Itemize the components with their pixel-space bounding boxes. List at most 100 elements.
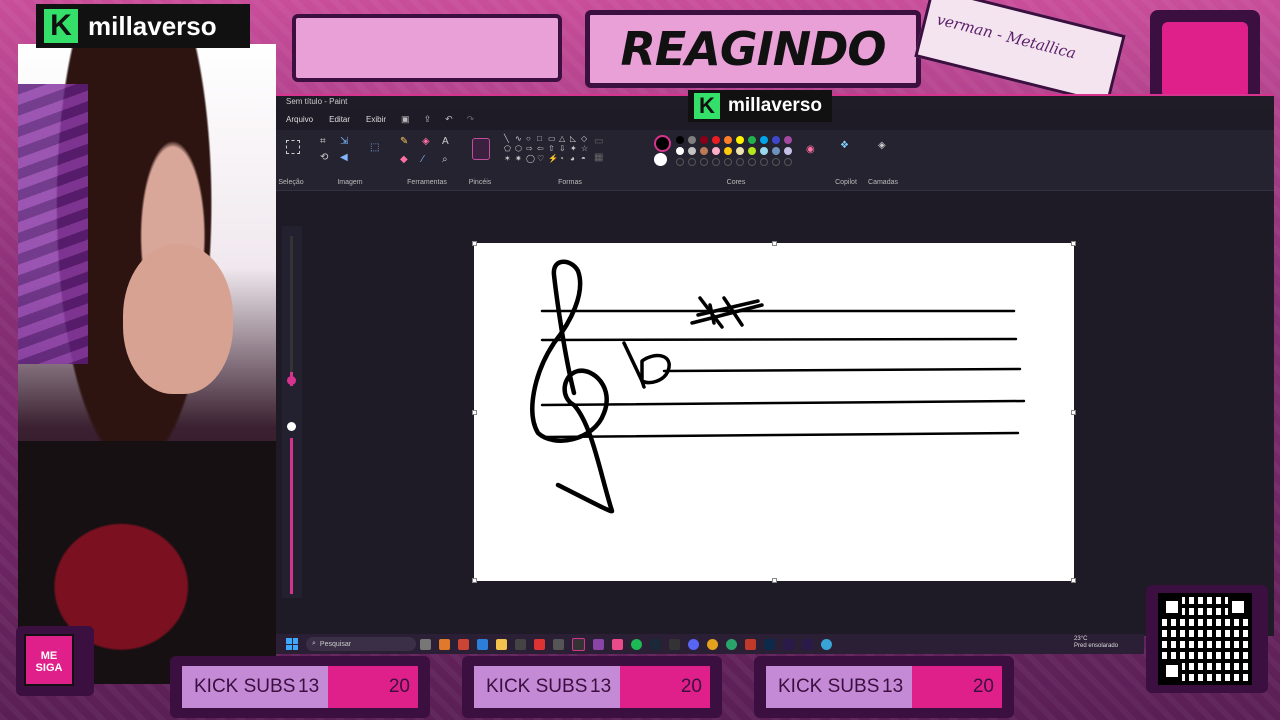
primary-color-swatch[interactable] (654, 135, 671, 152)
size-slider-knob[interactable] (287, 376, 296, 385)
copilot-icon[interactable]: ❖ (840, 140, 849, 151)
color-swatch[interactable] (700, 147, 708, 155)
mail-icon[interactable] (477, 638, 488, 650)
color-swatch[interactable] (784, 136, 792, 144)
eraser-icon[interactable]: ◆ (400, 154, 408, 165)
color-swatch[interactable] (700, 136, 708, 144)
custom-color-slot[interactable] (772, 158, 780, 166)
background-remove-icon[interactable]: ⬚ (370, 142, 379, 153)
flip-icon[interactable]: ◀ (340, 152, 348, 163)
color-swatch[interactable] (676, 136, 684, 144)
custom-color-slot[interactable] (700, 158, 708, 166)
color-swatch[interactable] (760, 136, 768, 144)
fill-icon[interactable]: ◈ (422, 136, 430, 147)
premiere-icon[interactable] (802, 638, 813, 650)
color-swatch[interactable] (676, 147, 684, 155)
save-icon[interactable]: ▣ (396, 114, 415, 125)
epic-icon[interactable] (669, 638, 680, 650)
discord-icon[interactable] (688, 638, 699, 650)
resize-handle[interactable] (1071, 241, 1076, 246)
layers-icon[interactable]: ◈ (878, 140, 886, 151)
custom-color-slot[interactable] (784, 158, 792, 166)
undo-icon[interactable]: ↶ (440, 114, 458, 125)
size-slider-track[interactable] (290, 236, 293, 386)
chrome-icon[interactable] (534, 638, 545, 650)
resize-handle[interactable] (1071, 410, 1076, 415)
resize-handle[interactable] (772, 578, 777, 583)
rotate-icon[interactable]: ⟲ (320, 152, 328, 163)
app-icon[interactable] (553, 638, 564, 650)
color-picker-icon[interactable]: ⁄ (422, 154, 424, 165)
opacity-slider-fill[interactable] (290, 438, 293, 594)
steam-icon[interactable] (650, 638, 661, 650)
share-icon[interactable]: ⇪ (419, 114, 437, 125)
group-label: Cores (726, 179, 746, 186)
custom-color-slot[interactable] (760, 158, 768, 166)
spotify-icon[interactable] (631, 638, 642, 650)
color-swatch[interactable] (712, 147, 720, 155)
color-swatch[interactable] (724, 136, 732, 144)
color-swatch[interactable] (688, 136, 696, 144)
text-icon[interactable]: A (442, 136, 449, 147)
photoshop-icon[interactable] (764, 638, 775, 650)
menu-editar[interactable]: Editar (323, 113, 356, 126)
color-swatch[interactable] (748, 147, 756, 155)
color-swatch[interactable] (688, 147, 696, 155)
weather-widget[interactable]: 23°C Pred ensolarado (1074, 636, 1118, 650)
shape-fill-icon[interactable]: ▦ (594, 152, 603, 163)
edge-icon[interactable] (726, 638, 737, 650)
custom-color-slot[interactable] (724, 158, 732, 166)
file-explorer-icon[interactable] (496, 638, 507, 650)
color-swatch[interactable] (712, 136, 720, 144)
crop-icon[interactable]: ⌗ (320, 136, 326, 147)
custom-color-slot[interactable] (688, 158, 696, 166)
resize-handle[interactable] (472, 241, 477, 246)
app-icon[interactable] (593, 638, 604, 650)
resize-handle[interactable] (472, 410, 477, 415)
paint-taskbar-icon[interactable] (572, 637, 585, 651)
drawing-canvas[interactable] (472, 241, 1076, 583)
shapes-gallery[interactable]: ╲ ∿ ○ □ ▭ △ ◺ ◇ ⬠ ⬡ ⇨ ⇦ ⇧ ⇩ ✦ ☆ ✶ ✷ ◯ ♡ ⚡ ◔ ◕ ◓ (504, 134, 591, 163)
windows-taskbar: ⌕ Pesquisar 23°C Pred ensolarado (276, 634, 1144, 654)
redo-icon[interactable]: ↷ (462, 114, 480, 125)
edit-colors-icon[interactable]: ◉ (806, 144, 815, 155)
color-swatch[interactable] (772, 147, 780, 155)
resize-handle[interactable] (472, 578, 477, 583)
resize-icon[interactable]: ⇲ (340, 136, 348, 147)
task-view-icon[interactable] (420, 638, 431, 650)
after-effects-icon[interactable] (783, 638, 794, 650)
color-swatch[interactable] (736, 147, 744, 155)
app-icon[interactable] (515, 638, 526, 650)
menu-exibir[interactable]: Exibir (360, 113, 392, 126)
color-swatch[interactable] (736, 136, 744, 144)
pencil-icon[interactable]: ✎ (400, 136, 408, 147)
widgets-icon[interactable] (439, 638, 450, 650)
outline-icon[interactable]: ▭ (594, 136, 603, 147)
custom-color-slot[interactable] (748, 158, 756, 166)
custom-color-slot[interactable] (736, 158, 744, 166)
taskbar-search[interactable]: ⌕ Pesquisar (306, 637, 416, 651)
resize-handle[interactable] (1071, 578, 1076, 583)
brush-icon[interactable] (472, 138, 490, 160)
brand-badge-top: K millaverso (36, 4, 250, 48)
app-icon[interactable] (745, 638, 756, 650)
color-swatch[interactable] (772, 136, 780, 144)
secondary-color-swatch[interactable] (654, 153, 667, 166)
chrome-icon[interactable] (707, 638, 718, 650)
store-icon[interactable] (458, 638, 469, 650)
brand-name: millaverso (88, 10, 217, 41)
color-swatch[interactable] (760, 147, 768, 155)
custom-color-slot[interactable] (712, 158, 720, 166)
color-swatch[interactable] (784, 147, 792, 155)
app-icon[interactable] (612, 638, 623, 650)
selection-icon[interactable] (286, 140, 300, 154)
color-swatch[interactable] (724, 147, 732, 155)
custom-color-slot[interactable] (676, 158, 684, 166)
windows-start-icon[interactable] (286, 638, 298, 650)
app-icon[interactable] (821, 638, 832, 650)
zoom-icon[interactable]: ⌕ (442, 154, 448, 165)
drawing-strokes (530, 259, 1026, 514)
color-swatch[interactable] (748, 136, 756, 144)
menu-arquivo[interactable]: Arquivo (280, 113, 319, 126)
resize-handle[interactable] (772, 241, 777, 246)
